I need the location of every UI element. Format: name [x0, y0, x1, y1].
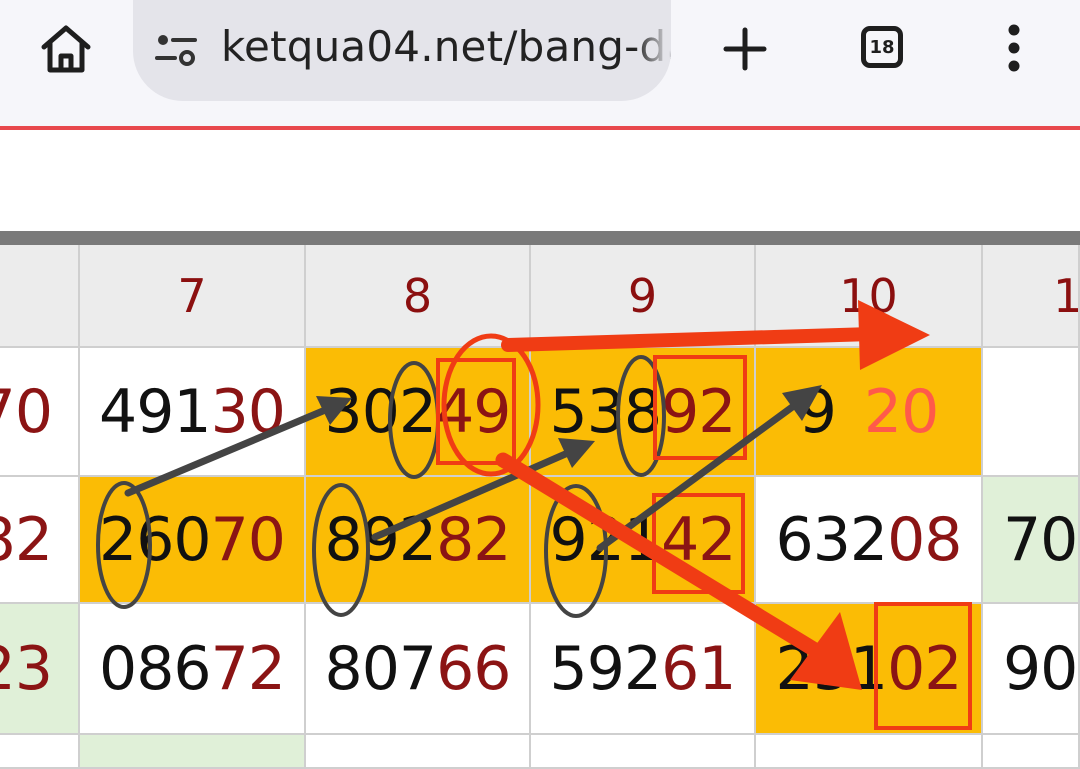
result-cell: 807 66 [306, 604, 531, 735]
number-head: 807 [324, 633, 438, 704]
browser-toolbar: ketqua04.net/bang-da 18 [0, 0, 1080, 127]
number-head: 632 [775, 504, 889, 575]
number-head: 705 [1003, 504, 1078, 575]
number-tail: 23 [0, 633, 53, 704]
result-cell: 302 49 [306, 348, 531, 477]
result-cell: 892 82 [306, 477, 531, 604]
new-tab-button[interactable] [716, 20, 774, 78]
number-tail: 20 [863, 376, 939, 447]
result-cell [983, 735, 1080, 769]
result-cell [531, 735, 756, 769]
column-header: 9 [531, 245, 756, 348]
result-cell [756, 735, 983, 769]
number-head: 592 [549, 633, 663, 704]
result-cell: 251 02 [756, 604, 983, 735]
number-head: 9 [798, 376, 837, 447]
number-tail: 82 [436, 504, 511, 575]
more-vert-icon [1008, 24, 1020, 72]
result-cell: 538 92 [531, 348, 756, 477]
result-cell [0, 735, 80, 769]
column-header: 10 [756, 245, 983, 348]
result-cell: 23 [0, 604, 80, 735]
number-tail: 02 [887, 633, 962, 704]
site-info-button[interactable] [151, 24, 201, 74]
number-tail: 72 [210, 633, 286, 704]
number-head: 921 [549, 504, 663, 575]
result-cell: 592 61 [531, 604, 756, 735]
column-header: 8 [306, 245, 531, 348]
home-button[interactable] [32, 18, 100, 80]
number-tail: 92 [661, 376, 736, 447]
result-cell: 82 [0, 477, 80, 604]
number-tail: 42 [661, 504, 736, 575]
result-cell: 921 42 [531, 477, 756, 604]
tab-switcher-button[interactable]: 18 [856, 21, 908, 73]
number-head: 086 [99, 633, 212, 704]
url-fade [635, 0, 671, 101]
result-cell: 632 08 [756, 477, 983, 604]
plus-icon [723, 27, 767, 71]
column-header: 1 [983, 245, 1080, 348]
number-tail: 49 [436, 376, 511, 447]
number-head: 260 [99, 504, 212, 575]
number-head: 302 [324, 376, 438, 447]
result-cell: 260 70 [80, 477, 306, 604]
result-cell [983, 348, 1080, 477]
result-cell: 9 20 [756, 348, 983, 477]
results-table: 7891017049130302495389292082260708928292… [0, 231, 1080, 769]
number-tail: 30 [210, 376, 286, 447]
address-bar[interactable]: ketqua04.net/bang-da [133, 0, 671, 101]
number-head: 538 [549, 376, 663, 447]
number-tail: 66 [436, 633, 511, 704]
tab-count: 18 [869, 36, 895, 58]
number-tail: 70 [210, 504, 286, 575]
table-top-border [0, 231, 1080, 245]
result-cell: 70 [0, 348, 80, 477]
result-cell [80, 735, 306, 769]
url-text: ketqua04.net/bang-da [221, 22, 671, 71]
number-tail: 70 [0, 376, 53, 447]
result-cell [306, 735, 531, 769]
number-head: 251 [775, 633, 889, 704]
column-header [0, 245, 80, 348]
number-head: 491 [99, 376, 212, 447]
result-cell: 086 72 [80, 604, 306, 735]
tab-count-icon: 18 [861, 26, 903, 68]
page-blank-area [0, 130, 1080, 231]
home-icon [41, 25, 91, 73]
number-tail: 61 [661, 633, 736, 704]
tune-icon [155, 35, 197, 66]
column-header: 7 [80, 245, 306, 348]
number-head: 90 [1003, 633, 1078, 704]
number-tail: 82 [0, 504, 53, 575]
result-cell: 491 30 [80, 348, 306, 477]
menu-button[interactable] [992, 20, 1036, 76]
result-cell: 90 [983, 604, 1080, 735]
number-tail: 08 [887, 504, 962, 575]
number-head: 892 [324, 504, 438, 575]
result-cell: 705 [983, 477, 1080, 604]
